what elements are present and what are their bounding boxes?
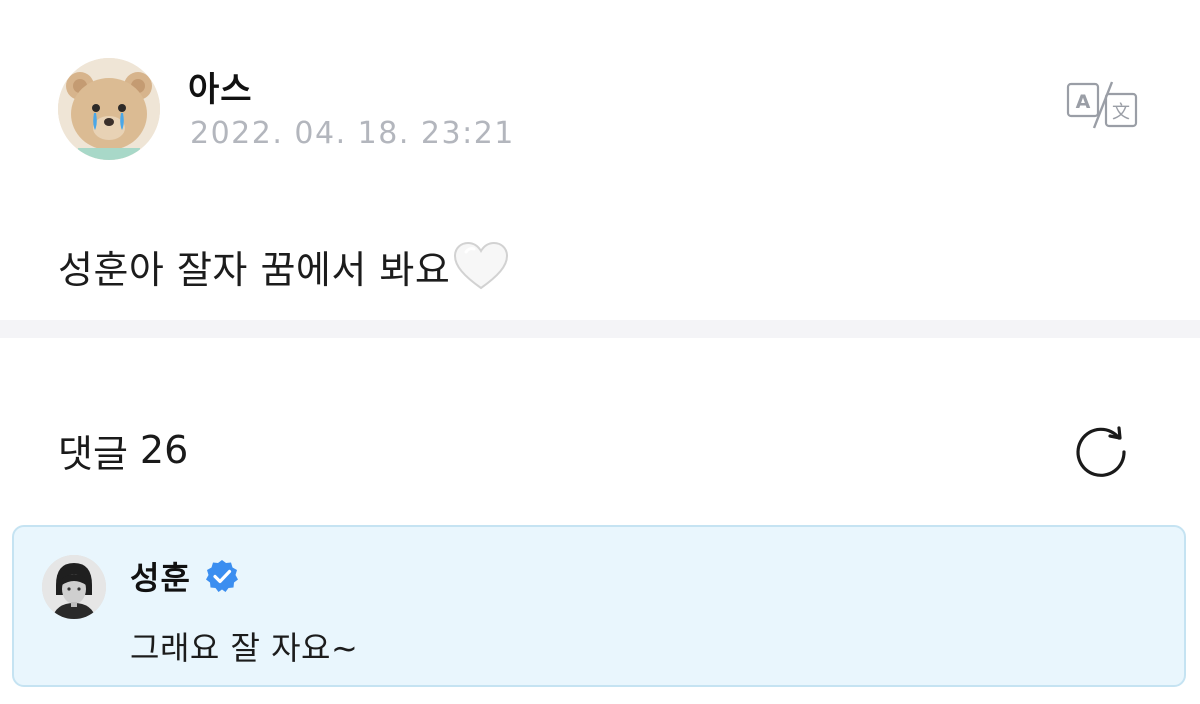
- post-detail-page: 아스 2022. 04. 18. 23:21 A 文 성훈아 잘자 꿈에서 봐요…: [0, 0, 1200, 704]
- comments-label: 댓글: [58, 431, 128, 476]
- commenter-name[interactable]: 성훈: [130, 553, 191, 599]
- comments-count: 26: [139, 428, 189, 472]
- refresh-button[interactable]: [1072, 422, 1132, 482]
- translate-button[interactable]: A 文: [1066, 80, 1138, 130]
- post-body: 성훈아 잘자 꿈에서 봐요: [58, 236, 510, 296]
- svg-text:A: A: [1076, 91, 1091, 113]
- refresh-icon: [1076, 426, 1126, 477]
- verified-badge-icon: [205, 560, 238, 592]
- author-name[interactable]: 아스: [188, 62, 253, 111]
- commenter-name-row: 성훈: [130, 553, 239, 599]
- highlighted-comment[interactable]: 성훈 그래요 잘 자요~: [12, 525, 1186, 687]
- comments-header: 댓글 26: [58, 420, 188, 480]
- commenter-avatar[interactable]: [42, 555, 106, 619]
- teddy-bear-avatar-image: [58, 58, 160, 160]
- post-body-text: 성훈아 잘자 꿈에서 봐요: [58, 247, 451, 292]
- svg-text:文: 文: [1112, 102, 1130, 123]
- post-header: 아스 2022. 04. 18. 23:21 A 文: [58, 58, 1200, 160]
- section-divider: [0, 320, 1200, 338]
- white-heart-icon: [454, 241, 509, 290]
- commenter-profile-image: [42, 555, 106, 619]
- translate-icon: A 文: [1066, 81, 1138, 129]
- post-timestamp: 2022. 04. 18. 23:21: [190, 116, 515, 151]
- author-avatar[interactable]: [58, 58, 160, 160]
- comment-text: 그래요 잘 자요~: [130, 629, 359, 667]
